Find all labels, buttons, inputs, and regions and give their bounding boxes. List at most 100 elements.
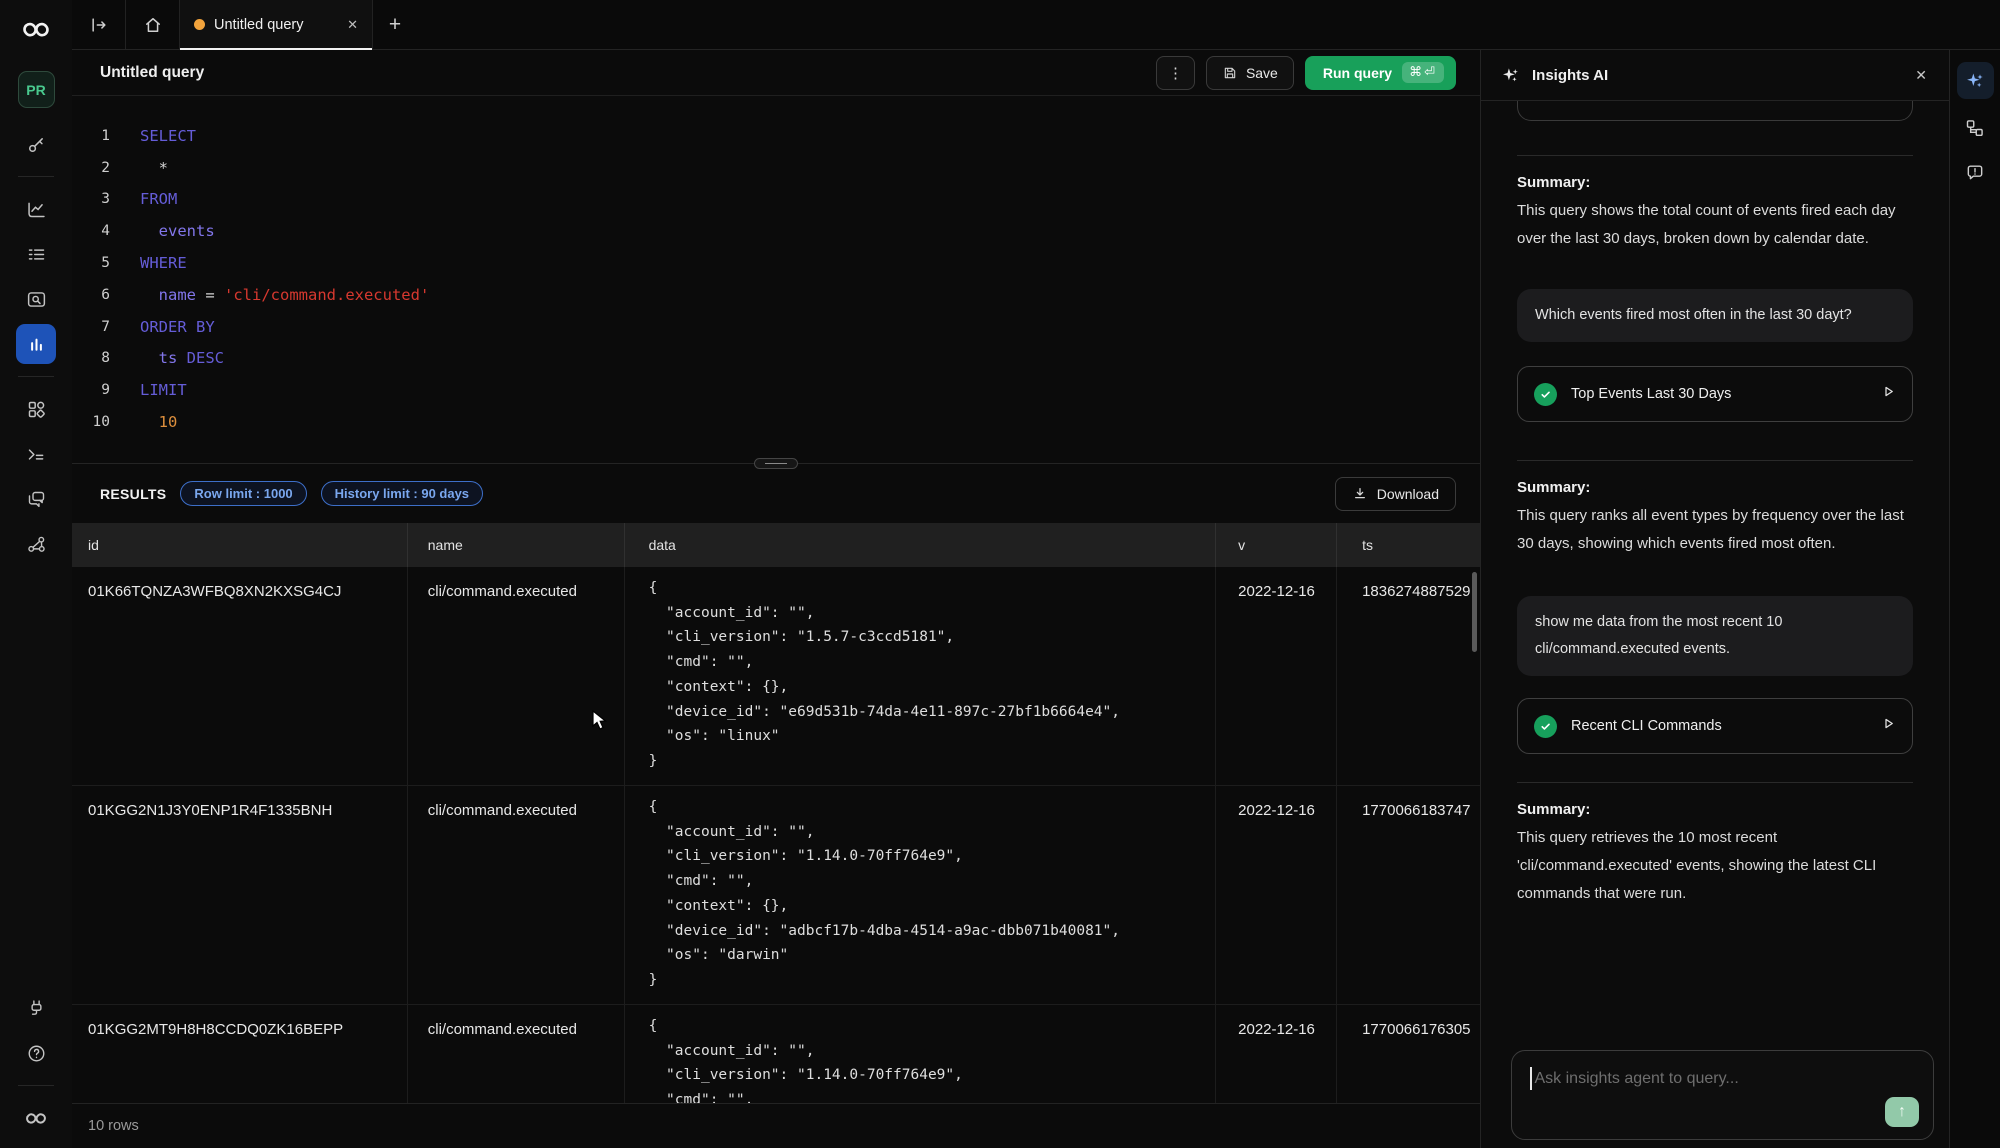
summary-text: This query retrieves the 10 most recent … [1517,824,1913,908]
app-shell: PR [0,0,2000,1148]
insights-input[interactable]: Ask insights agent to query... ↑ [1511,1050,1934,1140]
history-limit-badge[interactable]: History limit : 90 days [321,481,483,506]
insights-panel: Insights AI ✕ Summary: This query shows … [1481,50,1949,1148]
table-scrollbar[interactable] [1472,572,1477,652]
code-line: 4 events [72,215,1480,247]
summary-label: Summary: [1517,174,1913,191]
sidebar-divider [18,176,54,177]
page-title: Untitled query [100,64,204,82]
run-card-play-icon[interactable] [1881,384,1896,404]
table-row[interactable]: 01K66TQNZA3WFBQ8XN2KXSG4CJ cli/command.e… [72,567,1480,786]
query-card-top-events[interactable]: Top Events Last 30 Days [1517,366,1913,422]
code-line: 10 10 [72,406,1480,438]
apps-grid-icon[interactable] [16,389,56,429]
run-query-button[interactable]: Run query ⌘⏎ [1305,56,1456,90]
save-icon [1222,65,1238,81]
download-button[interactable]: Download [1335,477,1456,511]
table-body: 01K66TQNZA3WFBQ8XN2KXSG4CJ cli/command.e… [72,567,1480,1103]
home-icon[interactable] [126,0,179,49]
close-panel-icon[interactable]: ✕ [1915,67,1927,84]
summary-text: This query shows the total count of even… [1517,197,1913,253]
cell-ts: 1836274887529 [1337,567,1480,785]
scrolled-card-remnant [1517,101,1913,121]
chat-bubbles-icon[interactable] [16,479,56,519]
footer-logo-icon [16,1098,56,1138]
charts-icon[interactable] [16,189,56,229]
cell-id: 01KGG2MT9H8H8CCDQ0ZK16BEPP [72,1005,408,1103]
input-placeholder: Ask insights agent to query... [1535,1070,1739,1088]
insights-ai-tab[interactable] [1957,62,1994,99]
section-divider [1517,155,1913,156]
collapse-sidebar-icon[interactable] [72,0,125,49]
tab-label: Untitled query [214,17,338,33]
code-line: 2 * [72,152,1480,184]
tab-untitled-query[interactable]: Untitled query ✕ [180,0,373,49]
sql-editor[interactable]: 1SELECT 2 * 3FROM 4 events 5WHERE 6 name… [72,96,1480,463]
tab-bar: Untitled query ✕ + [72,0,2000,50]
user-message: show me data from the most recent 10 cli… [1517,596,1913,676]
feedback-tab[interactable] [1957,157,1994,187]
summary-label: Summary: [1517,479,1913,496]
column-header-data: data [625,523,1217,567]
unsaved-dot-icon [194,19,205,30]
code-line: 3FROM [72,184,1480,216]
insights-header: Insights AI ✕ [1481,50,1949,101]
section-divider [1517,460,1913,461]
cell-ts: 1770066176305 [1337,1005,1480,1103]
save-label: Save [1246,65,1278,81]
cell-data: { "account_id": "", "cli_version": "1.14… [625,786,1217,1004]
section-divider [1517,782,1913,783]
api-keys-icon[interactable] [16,124,56,164]
summary-label: Summary: [1517,801,1913,818]
sparkles-icon [1965,71,1985,91]
query-results-icon[interactable] [16,324,56,364]
cell-data: { "account_id": "", "cli_version": "1.14… [625,1005,1217,1103]
more-options-button[interactable]: ⋮ [1156,56,1195,90]
feedback-icon [1965,162,1985,182]
send-button[interactable]: ↑ [1885,1097,1919,1127]
cell-ts: 1770066183747 [1337,786,1480,1004]
code-line: 7ORDER BY [72,311,1480,343]
cell-name: cli/command.executed [408,567,625,785]
main-area: Untitled query ⋮ Save Run query ⌘⏎ [72,50,1481,1148]
insights-title: Insights AI [1532,67,1608,84]
results-toolbar: RESULTS Row limit : 1000 History limit :… [72,463,1480,523]
column-header-ts: ts [1337,523,1480,567]
success-check-icon [1534,715,1557,738]
text-caret [1530,1067,1532,1090]
tab-close-icon[interactable]: ✕ [347,17,358,33]
code-line: 8 ts DESC [72,343,1480,375]
tree-icon [1965,118,1985,138]
event-list-icon[interactable] [16,234,56,274]
code-line: 9LIMIT [72,374,1480,406]
cell-v: 2022-12-16 [1216,567,1337,785]
table-row[interactable]: 01KGG2MT9H8H8CCDQ0ZK16BEPP cli/command.e… [72,1005,1480,1103]
table-row[interactable]: 01KGG2N1J3Y0ENP1R4F1335BNH cli/command.e… [72,786,1480,1005]
save-button[interactable]: Save [1206,56,1294,90]
sidebar-divider [18,1085,54,1086]
new-tab-button[interactable]: + [373,0,417,49]
row-count: 10 rows [88,1118,139,1134]
success-check-icon [1534,383,1557,406]
terminal-icon[interactable] [16,434,56,474]
column-header-id: id [72,523,408,567]
download-label: Download [1377,486,1439,502]
schema-tree-tab[interactable] [1957,113,1994,143]
pane-splitter-handle[interactable] [754,458,798,469]
query-card-title: Top Events Last 30 Days [1571,386,1731,402]
right-rail [1949,50,2000,1148]
workspace-avatar[interactable]: PR [18,71,55,108]
query-card-title: Recent CLI Commands [1571,718,1722,734]
cell-name: cli/command.executed [408,1005,625,1103]
row-limit-badge[interactable]: Row limit : 1000 [180,481,306,506]
cell-id: 01K66TQNZA3WFBQ8XN2KXSG4CJ [72,567,408,785]
run-card-play-icon[interactable] [1881,716,1896,736]
insights-conversation: Summary: This query shows the total coun… [1481,101,1949,1148]
integrations-nodes-icon[interactable] [16,524,56,564]
help-icon[interactable] [16,1033,56,1073]
explore-search-icon[interactable] [16,279,56,319]
run-shortcut-badge: ⌘⏎ [1402,62,1444,83]
query-card-recent-cli[interactable]: Recent CLI Commands [1517,698,1913,754]
user-message: Which events fired most often in the las… [1517,289,1913,342]
plugin-icon[interactable] [16,988,56,1028]
